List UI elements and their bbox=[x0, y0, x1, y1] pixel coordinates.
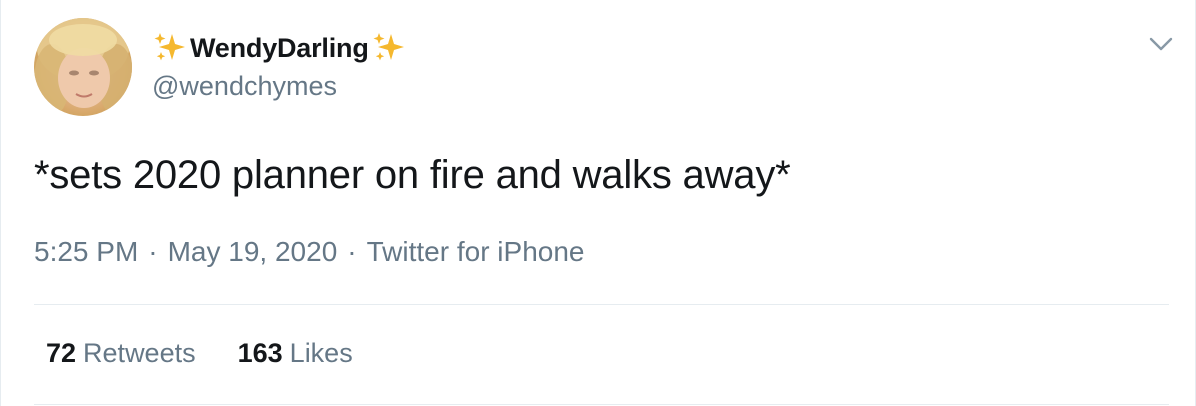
likes-stat[interactable]: 163 Likes bbox=[238, 338, 353, 369]
avatar-photo-icon bbox=[34, 18, 132, 116]
avatar[interactable] bbox=[34, 18, 132, 116]
likes-label: Likes bbox=[289, 338, 353, 368]
retweets-count: 72 bbox=[46, 338, 77, 368]
tweet-text: *sets 2020 planner on fire and walks awa… bbox=[34, 153, 791, 197]
retweets-label: Retweets bbox=[83, 338, 196, 368]
likes-count: 163 bbox=[237, 338, 283, 368]
user-handle[interactable]: @wendchymes bbox=[152, 71, 407, 102]
chevron-down-icon[interactable] bbox=[1145, 28, 1177, 60]
tweet-card: WendyDarling @wendchymes *sets 2020 plan… bbox=[0, 0, 1196, 406]
divider bbox=[34, 304, 1169, 305]
sparkles-icon bbox=[373, 33, 404, 61]
tweet-stats: 72 Retweets 163 Likes bbox=[46, 338, 395, 369]
display-name-row[interactable]: WendyDarling bbox=[152, 30, 407, 66]
tweet-time[interactable]: 5:25 PM bbox=[34, 236, 138, 268]
tweet-date[interactable]: May 19, 2020 bbox=[168, 236, 338, 268]
divider bbox=[34, 404, 1169, 405]
retweets-stat[interactable]: 72 Retweets bbox=[46, 338, 196, 369]
sparkles-icon bbox=[154, 33, 185, 61]
meta-separator: · bbox=[347, 236, 357, 267]
meta-separator: · bbox=[148, 236, 158, 267]
author-names: WendyDarling @wendchymes bbox=[152, 18, 407, 102]
display-name[interactable]: WendyDarling bbox=[190, 33, 369, 64]
tweet-source[interactable]: Twitter for iPhone bbox=[367, 236, 585, 268]
tweet-meta: 5:25 PM · May 19, 2020 · Twitter for iPh… bbox=[34, 236, 584, 268]
tweet-header: WendyDarling @wendchymes bbox=[34, 18, 407, 116]
